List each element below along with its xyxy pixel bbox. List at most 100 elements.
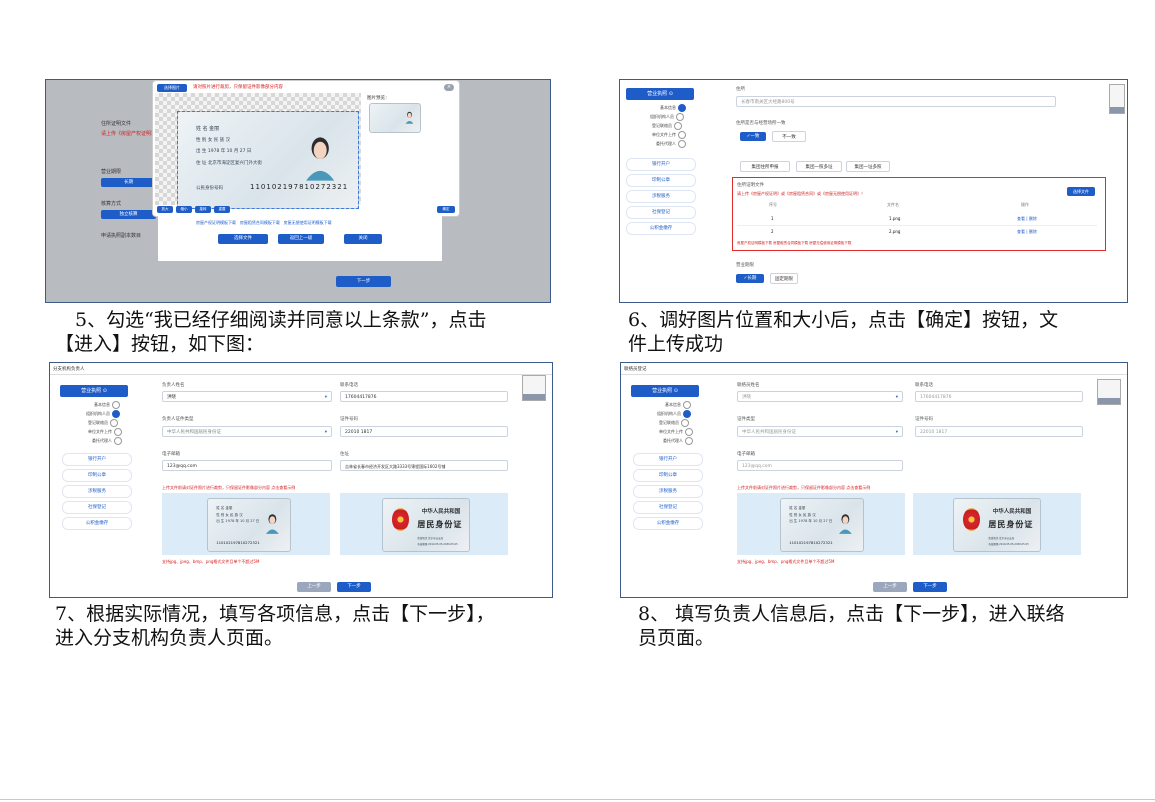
- table-row: 2 2.png 查看 | 删除: [771, 229, 1037, 234]
- email-label: 电子邮箱: [737, 452, 755, 457]
- sidebar-sub-item[interactable]: 组织机构人员: [657, 410, 691, 418]
- id-front-panel[interactable]: 姓 名 金丽 性 别 女 民 族 汉 出 生 1978 年 10 月 27 日 …: [162, 493, 330, 555]
- id-card-back-image: 中华人民共和国 居民身份证 签发机关 北京市公安局 有效期限 2010.05.0…: [953, 498, 1041, 552]
- upload-file-button[interactable]: 选择文件: [1067, 187, 1095, 196]
- crop-area[interactable]: 姓 名 金丽 性 别 女 民 族 汉 出 生 1978 年 10 月 27 日 …: [155, 93, 361, 209]
- name-input[interactable]: 洪晓 ▾: [737, 391, 903, 402]
- bg-page-label: 住所证明文件: [101, 121, 132, 127]
- sidebar-sub-item[interactable]: 组织机构人员: [650, 113, 684, 121]
- preview-label: 图片预览：: [367, 96, 390, 101]
- docs-warning: 请上传《房屋产权证明》或《房屋租赁合同》或《房屋无偿使用证明》！: [737, 191, 865, 196]
- bg-page-label: 营业期限: [101, 169, 122, 175]
- idtype-label: 负责人证件类型: [162, 417, 194, 422]
- page-title: 联络员登记: [624, 367, 647, 372]
- sidebar-sub-item[interactable]: 委托代理人: [663, 437, 693, 445]
- sidebar-item-bank[interactable]: 银行开户: [633, 453, 703, 466]
- sidebar-item-social[interactable]: 社保登记: [626, 206, 696, 219]
- next-button[interactable]: 下一步: [336, 276, 391, 287]
- sidebar-head[interactable]: 营业执照 ⊙: [60, 385, 128, 397]
- sidebar-item-fund[interactable]: 公积金缴存: [633, 517, 703, 530]
- id-back-panel[interactable]: 中华人民共和国 居民身份证 签发机关 北京市公安局 有效期限 2010.05.0…: [913, 493, 1081, 555]
- choose-file-button[interactable]: 选择文件: [218, 234, 268, 244]
- docs-label: 住所证明文件: [737, 183, 764, 188]
- sidebar-sub-item[interactable]: 单位文件上传: [652, 131, 686, 139]
- bg-accounting-button[interactable]: 独立核算: [101, 210, 156, 219]
- email-input[interactable]: 123@qq.com: [737, 460, 903, 471]
- zoom-out-button[interactable]: 缩小: [176, 206, 192, 213]
- sidebar-sub-item[interactable]: 组织机构人员: [86, 410, 120, 418]
- idno-input[interactable]: 22010 1817: [340, 426, 508, 437]
- rotate-button[interactable]: 旋转: [195, 206, 211, 213]
- table-row: 1 1.png 查看 | 删除: [737, 213, 1097, 226]
- id-front-panel[interactable]: 姓 名 金丽 性 别 女 民 族 汉 出 生 1978 年 10 月 27 日 …: [737, 493, 905, 555]
- caption-step8: 8、 填写负责人信息后，点击【下一步】，进入联络: [638, 603, 1065, 625]
- sidebar-item-tax[interactable]: 涉税服务: [62, 485, 132, 498]
- sidebar-item-seal[interactable]: 印制公章: [633, 469, 703, 482]
- sidebar-sub-item[interactable]: 委托代理人: [656, 140, 686, 148]
- close-icon[interactable]: ×: [444, 84, 454, 91]
- national-emblem-icon: [391, 508, 409, 532]
- name-input[interactable]: 洪晓 ▾: [162, 391, 332, 402]
- option-button[interactable]: 集团一照多址: [796, 161, 842, 172]
- caption-step8-line2: 员页面。: [638, 627, 715, 649]
- idno-input[interactable]: 22010 1817: [915, 426, 1083, 437]
- crop-frame[interactable]: [177, 111, 359, 209]
- idtype-select[interactable]: 中华人民共和国居民身份证 ▾: [737, 426, 903, 437]
- fixed-term-button[interactable]: 固定期限: [770, 273, 798, 284]
- next-button[interactable]: 下一步: [337, 582, 371, 592]
- sidebar-item-bank[interactable]: 银行开户: [62, 453, 132, 466]
- sidebar-item-tax[interactable]: 涉税服务: [633, 485, 703, 498]
- sidebar-sub-item[interactable]: 单位文件上传: [88, 428, 122, 436]
- sidebar-sub-item[interactable]: 委托代理人: [92, 437, 122, 445]
- same-label: 住所是否与经营场所一致: [736, 121, 786, 126]
- same-yes-button[interactable]: ✓一致: [740, 132, 766, 141]
- close-button[interactable]: 关闭: [344, 234, 382, 244]
- idno-label: 证件号码: [915, 417, 933, 422]
- sidebar-sub-item[interactable]: 登记联络员: [652, 122, 682, 130]
- caption-step7: 7、根据实际情况，填写各项信息，点击【下一步】，: [55, 603, 495, 625]
- zoom-in-button[interactable]: 放大: [157, 206, 173, 213]
- sidebar-item-fund[interactable]: 公积金缴存: [62, 517, 132, 530]
- sidebar-head[interactable]: 营业执照 ⊙: [626, 88, 694, 100]
- id-back-panel[interactable]: 中华人民共和国 居民身份证 签发机关 北京市公安局 有效期限 2010.05.0…: [340, 493, 508, 555]
- caption-step6: 6、调好图片位置和大小后，点击【确定】按钮，文: [628, 309, 1059, 331]
- reset-button[interactable]: 重置: [214, 206, 230, 213]
- prev-button[interactable]: 上一步: [297, 582, 331, 592]
- prev-button[interactable]: 上一步: [873, 582, 907, 592]
- bg-longterm-button[interactable]: 长期: [101, 178, 156, 187]
- sidebar-item-social[interactable]: 社保登记: [62, 501, 132, 514]
- sidebar-item-tax[interactable]: 涉税服务: [626, 190, 696, 203]
- sidebar-sub-item[interactable]: 登记联络员: [88, 419, 118, 427]
- sidebar-item-social[interactable]: 社保登记: [633, 501, 703, 514]
- long-term-button[interactable]: ✓长期: [736, 274, 764, 283]
- option-button[interactable]: 集团一址多照: [846, 161, 890, 172]
- phone-input[interactable]: 17604417876: [915, 391, 1083, 402]
- sidebar-item-seal[interactable]: 印制公章: [626, 174, 696, 187]
- sidebar-head[interactable]: 营业执照 ⊙: [631, 385, 699, 397]
- back-button[interactable]: 返回上一级: [278, 234, 324, 244]
- thumbnail-icon: [1109, 84, 1125, 114]
- sidebar-sub-item[interactable]: 基本信息: [665, 401, 691, 409]
- caption-step5: 5、勾选“我已经仔细阅读并同意以上条款”，点击: [75, 309, 487, 331]
- confirm-button[interactable]: 确定: [437, 206, 455, 213]
- email-input[interactable]: 123@qq.com: [162, 460, 332, 471]
- sidebar-sub-item[interactable]: 登记联络员: [659, 419, 689, 427]
- sidebar-sub-item[interactable]: 基本信息: [94, 401, 120, 409]
- addr-input[interactable]: 吉林省长春市经济开发区大路3333号锦程国际1602号铺: [340, 460, 508, 471]
- sidebar-item-bank[interactable]: 银行开户: [626, 158, 696, 171]
- template-links[interactable]: 房屋产权证明模板下载 房屋租赁合同模板下载 房屋无偿使用证明模板下载: [737, 241, 851, 246]
- idtype-select[interactable]: 中华人民共和国居民身份证 ▾: [162, 426, 332, 437]
- same-no-button[interactable]: 不一致: [772, 131, 806, 142]
- table-header: 序号 文件名 操作: [769, 202, 1029, 207]
- sidebar-item-fund[interactable]: 公积金缴存: [626, 222, 696, 235]
- sidebar-sub-item[interactable]: 单位文件上传: [659, 428, 693, 436]
- bg-page-label: 核算方式: [101, 201, 122, 207]
- screenshot-step5: 住所证明文件 请上传《房屋产权证明》 营业期限 长期 核算方式 独立核算 申请执…: [45, 79, 551, 303]
- addr-input[interactable]: 长春市南关区大经路800号: [736, 96, 1056, 107]
- sidebar-sub-item[interactable]: 基本信息: [660, 104, 686, 112]
- option-button[interactable]: 集团住所申报: [740, 161, 790, 172]
- phone-input[interactable]: 17604417876: [340, 391, 508, 402]
- sidebar-item-seal[interactable]: 印制公章: [62, 469, 132, 482]
- next-button[interactable]: 下一步: [913, 582, 947, 592]
- id-card-front-image: 姓 名 金丽 性 别 女 民 族 汉 出 生 1978 年 10 月 27 日 …: [780, 498, 864, 552]
